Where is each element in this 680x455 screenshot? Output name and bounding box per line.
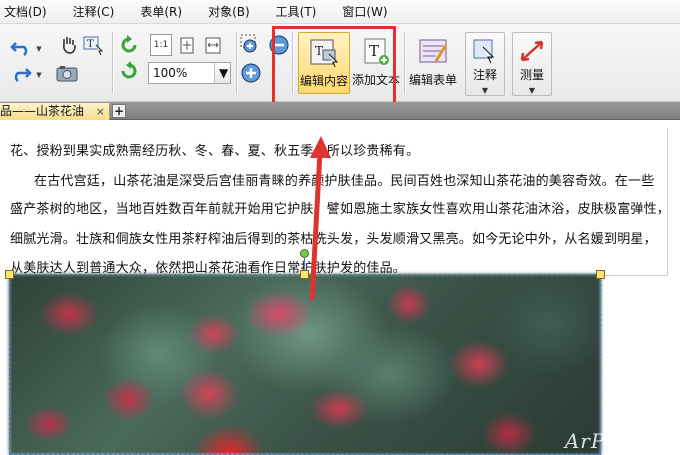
menu-object[interactable]: 对象(B) bbox=[195, 0, 263, 24]
chevron-down-icon: ▼ bbox=[481, 86, 489, 95]
annotate-label: 注释 bbox=[472, 68, 497, 82]
redo-icon bbox=[14, 68, 32, 82]
watermark: ArPUN.com bbox=[565, 429, 672, 453]
marquee-zoom-icon bbox=[240, 34, 257, 53]
menu-document[interactable]: 文档(D) bbox=[0, 0, 60, 24]
fit-page-icon bbox=[180, 37, 194, 54]
menu-form[interactable]: 表单(R) bbox=[127, 0, 195, 24]
camera-icon bbox=[56, 66, 78, 82]
actual-size-button[interactable]: 1:1 bbox=[150, 34, 172, 56]
chevron-down-icon: ▼ bbox=[528, 86, 536, 95]
menu-bar: 文档(D) 注释(C) 表单(R) 对象(B) 工具(T) 窗口(W) bbox=[0, 0, 680, 24]
menu-tools[interactable]: 工具(T) bbox=[263, 0, 330, 24]
resize-handle-top-left[interactable] bbox=[5, 270, 14, 279]
measure-icon bbox=[518, 38, 546, 64]
edit-form-icon bbox=[416, 37, 450, 67]
redo-dropdown[interactable]: ▼ bbox=[34, 64, 44, 86]
rotate-handle-stem bbox=[304, 257, 305, 271]
rotate-ccw-button[interactable] bbox=[118, 60, 140, 82]
doc-line[interactable]: 细腻光滑。壮族和侗族女性用茶籽榨油后得到的茶枯洗头发，头发顺滑又黑亮。如今无论中… bbox=[10, 228, 657, 247]
toolbar-separator bbox=[236, 32, 237, 94]
doc-line[interactable]: 在古代宫廷，山茶花油是深受后宫佳丽青睐的养颜护肤佳品。民间百姓也深知山茶花油的美… bbox=[34, 170, 654, 189]
watermark-main: ArPUN bbox=[564, 429, 642, 453]
measure-label: 测量 bbox=[519, 68, 544, 82]
new-tab-button[interactable]: + bbox=[112, 104, 126, 118]
doc-line[interactable]: 花、授粉到果实成熟需经历秋、冬、春、夏、秋五季，所以珍贵稀有。 bbox=[10, 140, 419, 159]
fit-width-icon bbox=[205, 37, 221, 54]
menu-comment[interactable]: 注释(C) bbox=[60, 0, 128, 24]
resize-handle-top[interactable] bbox=[300, 270, 309, 279]
actual-size-icon: 1:1 bbox=[153, 40, 169, 50]
chevron-down-icon: ▼ bbox=[36, 71, 42, 79]
chevron-down-icon: ▼ bbox=[36, 45, 42, 53]
hand-tool-button[interactable] bbox=[58, 34, 80, 56]
select-text-button[interactable]: T bbox=[82, 34, 104, 56]
rotate-clockwise-icon bbox=[121, 35, 137, 53]
annotation-highlight-box bbox=[272, 26, 396, 114]
annotate-icon bbox=[471, 38, 499, 64]
hand-icon bbox=[63, 37, 76, 54]
marquee-zoom-button[interactable] bbox=[240, 34, 262, 56]
undo-icon bbox=[10, 42, 28, 56]
measure-button[interactable]: 测量 ▼ bbox=[512, 32, 552, 96]
resize-handle-top-right[interactable] bbox=[596, 270, 605, 279]
svg-text:T: T bbox=[87, 39, 94, 50]
zoom-in-button[interactable] bbox=[240, 62, 262, 84]
zoom-combobox[interactable]: 100% ▼ bbox=[148, 62, 231, 84]
zoom-dropdown-button[interactable]: ▼ bbox=[214, 63, 230, 83]
close-icon[interactable]: × bbox=[96, 103, 105, 120]
watermark-suffix: .com bbox=[641, 438, 672, 451]
edit-form-label: 编辑表单 bbox=[408, 73, 457, 87]
fit-width-button[interactable] bbox=[202, 34, 224, 56]
tab-label: 品——山茶花油 bbox=[0, 104, 85, 118]
undo-dropdown[interactable]: ▼ bbox=[34, 38, 44, 60]
doc-line[interactable]: 盛产茶树的地区，当地百姓数百年前就开始用它护肤。譬如恩施土家族女性喜欢用山茶花油… bbox=[10, 198, 670, 217]
undo-button[interactable] bbox=[10, 36, 32, 58]
document-page: 花、授粉到果实成熟需经历秋、冬、春、夏、秋五季，所以珍贵稀有。 在古代宫廷，山茶… bbox=[0, 120, 680, 455]
redo-button[interactable] bbox=[10, 62, 32, 84]
zoom-value: 100% bbox=[153, 66, 188, 80]
chevron-down-icon: ▼ bbox=[219, 66, 229, 80]
zoom-in-icon bbox=[241, 63, 261, 83]
toolbar-separator bbox=[404, 32, 405, 94]
fit-page-button[interactable] bbox=[176, 34, 198, 56]
document-tab-bar: 品——山茶花油 × + bbox=[0, 102, 680, 121]
toolbar-separator bbox=[112, 32, 113, 94]
rotate-counterclockwise-icon bbox=[121, 61, 137, 79]
menu-window[interactable]: 窗口(W) bbox=[329, 0, 400, 24]
tab-document[interactable]: 品——山茶花油 × bbox=[0, 103, 110, 121]
annotate-button[interactable]: 注释 ▼ bbox=[465, 32, 505, 96]
rotate-cw-button[interactable] bbox=[118, 34, 140, 56]
image-selection-frame bbox=[9, 274, 601, 455]
select-text-icon: T bbox=[83, 36, 104, 56]
edit-form-button[interactable]: 编辑表单 bbox=[406, 32, 460, 94]
snapshot-button[interactable] bbox=[56, 62, 78, 84]
